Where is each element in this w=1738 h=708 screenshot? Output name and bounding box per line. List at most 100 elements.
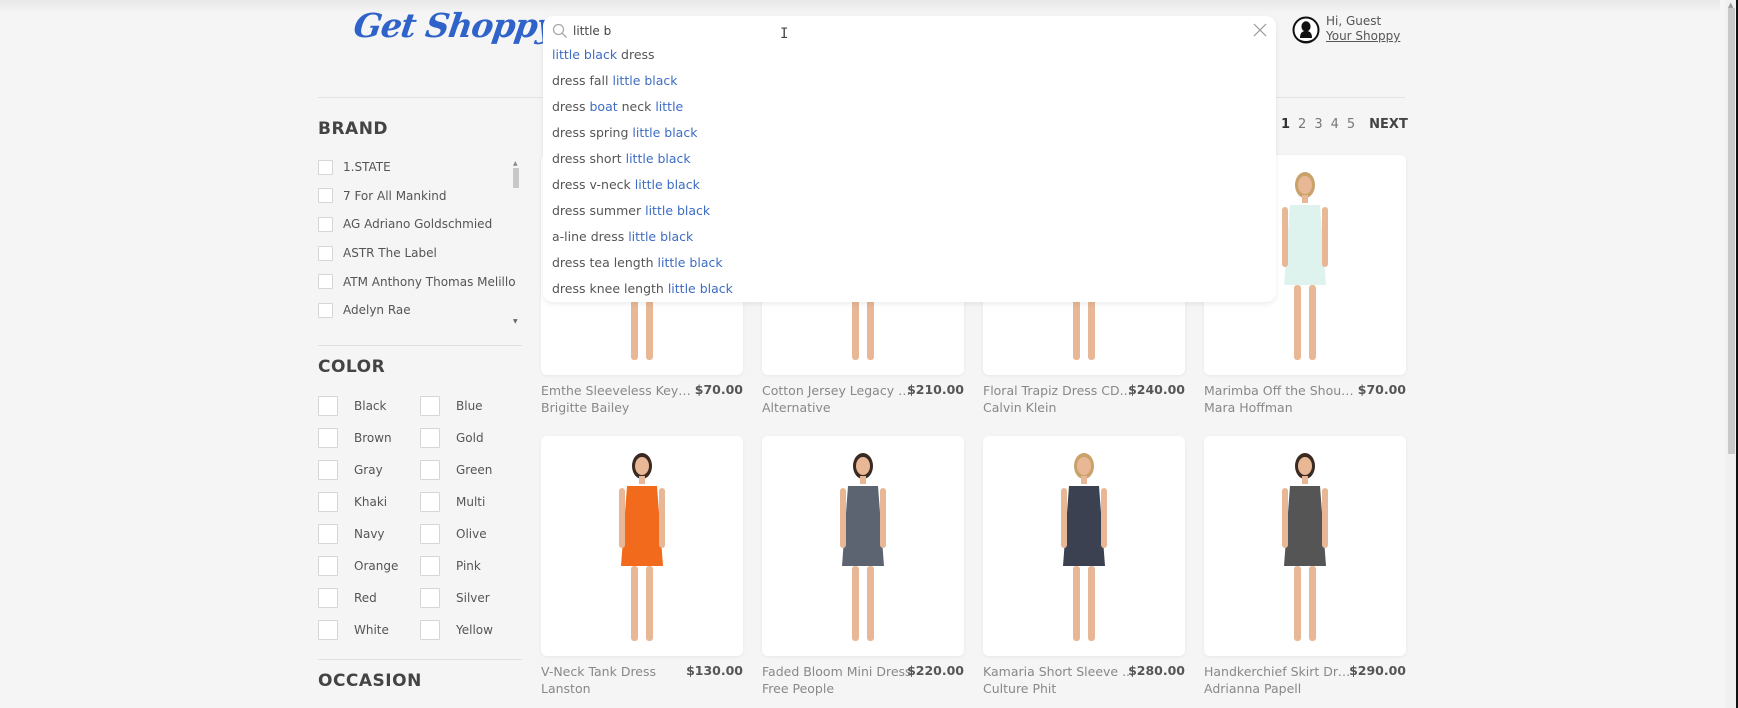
product-name[interactable]: Floral Trapiz Dress CD... bbox=[983, 383, 1135, 398]
brand-filter-option[interactable]: Adelyn Rae bbox=[318, 296, 523, 321]
suggestion-item[interactable]: dress tea length little black bbox=[552, 254, 733, 280]
scrollbar-thumb[interactable] bbox=[1728, 8, 1735, 454]
brand-checkbox[interactable] bbox=[318, 159, 333, 175]
suggestion-item[interactable]: a-line dress little black bbox=[552, 228, 733, 254]
product-brand: Adrianna Papell bbox=[1204, 681, 1302, 696]
product-price: $240.00 bbox=[1128, 382, 1185, 397]
brand-checkbox[interactable] bbox=[318, 245, 333, 261]
brand-filter-option[interactable]: 1.STATE bbox=[318, 153, 523, 182]
color-checkbox[interactable] bbox=[420, 587, 440, 608]
product-name[interactable]: V-Neck Tank Dress bbox=[541, 664, 693, 679]
suggestion-item[interactable]: dress knee length little black bbox=[552, 280, 733, 306]
product-image[interactable] bbox=[1204, 436, 1406, 656]
suggestion-item[interactable]: dress boat neck little bbox=[552, 98, 733, 124]
product-name[interactable]: Faded Bloom Mini Dress bbox=[762, 664, 914, 679]
page-link[interactable]: 3 bbox=[1314, 117, 1322, 132]
color-checkbox[interactable] bbox=[318, 395, 338, 416]
product-card[interactable]: Kamaria Short Sleeve ... $280.00 Culture… bbox=[983, 436, 1185, 696]
product-image[interactable] bbox=[762, 436, 964, 656]
color-checkbox[interactable] bbox=[318, 491, 338, 512]
product-name[interactable]: Kamaria Short Sleeve ... bbox=[983, 664, 1135, 679]
color-filter-option[interactable]: Green bbox=[420, 459, 522, 480]
color-filter-option[interactable]: Olive bbox=[420, 523, 522, 544]
close-icon[interactable] bbox=[1252, 22, 1268, 38]
color-filter-option[interactable]: Yellow bbox=[420, 619, 522, 640]
color-checkbox[interactable] bbox=[318, 523, 338, 544]
color-filter-option[interactable]: Pink bbox=[420, 555, 522, 576]
color-checkbox[interactable] bbox=[420, 427, 440, 448]
brand-list-scrollbar[interactable]: ▲ ▼ bbox=[511, 160, 520, 325]
color-filter-option[interactable]: Blue bbox=[420, 395, 522, 416]
product-card[interactable]: Faded Bloom Mini Dress $220.00 Free Peop… bbox=[762, 436, 964, 696]
brand-label: 1.STATE bbox=[343, 160, 391, 175]
color-checkbox[interactable] bbox=[420, 491, 440, 512]
product-name[interactable]: Marimba Off the Shoul... bbox=[1204, 383, 1356, 398]
product-image[interactable] bbox=[541, 436, 743, 656]
suggestion-item[interactable]: dress short little black bbox=[552, 150, 733, 176]
product-name[interactable]: Cotton Jersey Legacy T-... bbox=[762, 383, 914, 398]
suggestion-item[interactable]: dress v-neck little black bbox=[552, 176, 733, 202]
page-link[interactable]: 5 bbox=[1347, 117, 1355, 132]
color-filter-option[interactable]: Gray bbox=[318, 459, 420, 480]
color-checkbox[interactable] bbox=[318, 459, 338, 480]
color-checkbox[interactable] bbox=[318, 427, 338, 448]
brand-filter-option[interactable]: ATM Anthony Thomas Melillo bbox=[318, 267, 523, 296]
page-scrollbar[interactable]: ▲ bbox=[1725, 0, 1738, 708]
scroll-down-arrow-icon[interactable]: ▼ bbox=[513, 318, 518, 325]
brand-filter-option[interactable]: AG Adriano Goldschmied bbox=[318, 210, 523, 239]
color-label: Red bbox=[354, 590, 377, 605]
brand-label: ASTR The Label bbox=[343, 246, 437, 261]
brand-label: 7 For All Mankind bbox=[343, 188, 447, 203]
page-link[interactable]: 2 bbox=[1298, 117, 1306, 132]
brand-checkbox[interactable] bbox=[318, 188, 333, 204]
suggestion-item[interactable]: dress spring little black bbox=[552, 124, 733, 150]
scroll-up-arrow-icon[interactable]: ▲ bbox=[513, 160, 518, 167]
color-filter-option[interactable]: Brown bbox=[318, 427, 420, 448]
brand-filter-option[interactable]: 7 For All Mankind bbox=[318, 182, 523, 211]
product-name[interactable]: Handkerchief Skirt Dress bbox=[1204, 664, 1356, 679]
avatar-icon[interactable] bbox=[1292, 16, 1320, 44]
brand-filter-title: BRAND bbox=[318, 119, 389, 139]
color-checkbox[interactable] bbox=[420, 523, 440, 544]
product-card[interactable]: Handkerchief Skirt Dress $290.00 Adriann… bbox=[1204, 436, 1406, 696]
color-checkbox[interactable] bbox=[420, 619, 440, 640]
color-filter-option[interactable]: Multi bbox=[420, 491, 522, 512]
suggestion-item[interactable]: dress fall little black bbox=[552, 72, 733, 98]
search-icon bbox=[552, 23, 567, 38]
scrollbar-thumb[interactable] bbox=[513, 168, 519, 188]
site-logo[interactable]: Get Shoppy bbox=[351, 6, 558, 45]
suggestion-item[interactable]: little black dress bbox=[552, 46, 733, 72]
color-filter-option[interactable]: Gold bbox=[420, 427, 522, 448]
color-filter-option[interactable]: Khaki bbox=[318, 491, 420, 512]
page-link[interactable]: 1 bbox=[1281, 117, 1290, 132]
product-image[interactable] bbox=[983, 436, 1185, 656]
brand-checkbox[interactable] bbox=[318, 302, 333, 318]
color-filter-option[interactable]: Black bbox=[318, 395, 420, 416]
color-checkbox[interactable] bbox=[420, 395, 440, 416]
color-filter-option[interactable]: Red bbox=[318, 587, 420, 608]
product-brand: Alternative bbox=[762, 400, 831, 415]
account-link[interactable]: Your Shoppy bbox=[1326, 29, 1400, 43]
color-filter-title: COLOR bbox=[318, 357, 386, 377]
color-checkbox[interactable] bbox=[420, 555, 440, 576]
color-filter-option[interactable]: Navy bbox=[318, 523, 420, 544]
color-checkbox[interactable] bbox=[420, 459, 440, 480]
page-link[interactable]: 4 bbox=[1331, 117, 1339, 132]
search-input[interactable] bbox=[573, 21, 1223, 41]
color-label: Green bbox=[456, 462, 493, 477]
color-label: Orange bbox=[354, 558, 399, 573]
color-filter-option[interactable]: White bbox=[318, 619, 420, 640]
product-name[interactable]: Emthe Sleeveless Keyh... bbox=[541, 383, 693, 398]
suggestion-item[interactable]: dress summer little black bbox=[552, 202, 733, 228]
brand-checkbox[interactable] bbox=[318, 274, 333, 290]
color-checkbox[interactable] bbox=[318, 555, 338, 576]
color-checkbox[interactable] bbox=[318, 619, 338, 640]
product-brand: Calvin Klein bbox=[983, 400, 1057, 415]
product-card[interactable]: V-Neck Tank Dress $130.00 Lanston bbox=[541, 436, 743, 696]
color-filter-option[interactable]: Silver bbox=[420, 587, 522, 608]
next-page-button[interactable]: NEXT bbox=[1369, 117, 1408, 132]
brand-checkbox[interactable] bbox=[318, 216, 333, 232]
brand-filter-option[interactable]: ASTR The Label bbox=[318, 239, 523, 268]
color-filter-option[interactable]: Orange bbox=[318, 555, 420, 576]
color-checkbox[interactable] bbox=[318, 587, 338, 608]
